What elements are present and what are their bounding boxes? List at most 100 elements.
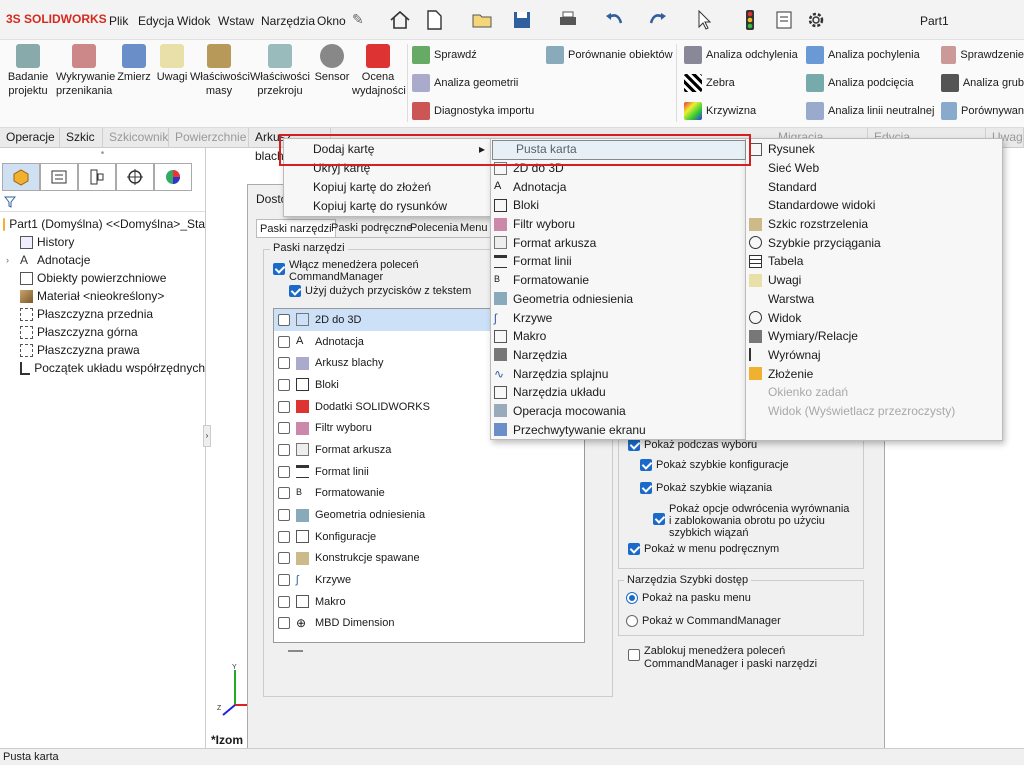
home-icon[interactable] xyxy=(386,6,414,34)
zebra-button[interactable]: Zebra xyxy=(684,73,798,93)
tree-item-right-plane[interactable]: Płaszczyzna prawa xyxy=(0,341,205,359)
list-item[interactable]: Format linii xyxy=(274,461,584,483)
menu-item-selection-filter[interactable]: Filtr wyboru xyxy=(490,215,748,234)
menu-item-macro[interactable]: Makro xyxy=(490,327,748,346)
import-diagnostics-button[interactable]: Diagnostyka importu xyxy=(412,101,534,121)
menu-plik[interactable]: Plik xyxy=(109,14,128,28)
tree-item-front-plane[interactable]: Płaszczyzna przednia xyxy=(0,305,205,323)
tree-item-surface-bodies[interactable]: Obiekty powierzchniowe xyxy=(0,269,205,287)
menu-item-layout-tools[interactable]: Narzędzia układu xyxy=(490,383,748,402)
tab-operacje[interactable]: Operacje xyxy=(0,128,60,148)
menu-item-sheet-format[interactable]: Format arkusza xyxy=(490,233,748,252)
list-item[interactable]: Geometria odniesienia xyxy=(274,504,584,526)
list-scroll-indicator[interactable] xyxy=(288,650,303,652)
menu-item-fastening-features[interactable]: Operacja mocowania xyxy=(490,402,748,421)
interference-button[interactable]: Wykrywanie przenikania xyxy=(56,44,115,98)
menu-item-spline-tools[interactable]: ∿ Narzędzia splajnu xyxy=(490,364,748,383)
tab-commands[interactable]: Polecenia xyxy=(407,219,461,237)
tab-szkic[interactable]: Szkic xyxy=(60,128,103,148)
filter-icon[interactable] xyxy=(0,192,205,212)
qa-cm-radio[interactable]: Pokaż w CommandManager xyxy=(626,615,781,627)
menu-item-standard-views[interactable]: Standardowe widoki xyxy=(745,196,1003,215)
tree-root-part[interactable]: Part1 (Domyślna) <<Domyślna>_Sta xyxy=(0,215,205,233)
menu-item-table[interactable]: Tabela xyxy=(745,252,1003,271)
compare-bodies-button[interactable]: Porównanie obiektów xyxy=(546,45,673,65)
check-thickness-button[interactable]: Sprawdzenie xyxy=(941,45,1024,65)
menu-item-blocks[interactable]: Bloki xyxy=(490,196,748,215)
menu-item-standard[interactable]: Standard xyxy=(745,177,1003,196)
print-icon[interactable] xyxy=(554,6,582,34)
tab-szkicownik[interactable]: Szkicownik xyxy=(103,128,169,148)
display-manager-tab-icon[interactable] xyxy=(154,163,192,191)
menu-item-annotation[interactable]: A Adnotacja xyxy=(490,177,748,196)
menu-item-screen-capture[interactable]: Przechwytywanie ekranu xyxy=(490,420,748,439)
menu-widok[interactable]: Widok xyxy=(177,14,210,28)
draft-analysis-button[interactable]: Analiza pochylenia xyxy=(806,45,934,65)
undo-icon[interactable] xyxy=(600,6,628,34)
solidworks-logo[interactable]: 3S SOLIDWORKS xyxy=(6,12,107,26)
panel-collapse-handle[interactable]: › xyxy=(203,425,211,447)
section-properties-button[interactable]: Właściwości przekroju xyxy=(250,44,310,98)
flip-options-checkbox[interactable]: Pokaż opcje odwrócenia wyrównania i zabl… xyxy=(653,503,853,539)
menu-okno[interactable]: Okno xyxy=(317,14,346,28)
list-item[interactable]: Format arkusza xyxy=(274,439,584,461)
panel-handle[interactable]: • xyxy=(0,148,205,162)
lock-cm-checkbox[interactable]: Zablokuj menedżera poleceń CommandManage… xyxy=(628,645,828,671)
menu-item-assembly[interactable]: Złożenie xyxy=(745,364,1003,383)
redo-icon[interactable] xyxy=(644,6,672,34)
list-item[interactable]: B Formatowanie xyxy=(274,483,584,505)
menu-item-reference-geometry[interactable]: Geometria odniesienia xyxy=(490,290,748,309)
rebuild-traffic-light-icon[interactable] xyxy=(736,6,764,34)
quick-configs-checkbox[interactable]: Pokaż szybkie konfiguracje xyxy=(640,459,789,471)
menu-item-curves[interactable]: ʃ Krzywe xyxy=(490,308,748,327)
options-gear-icon[interactable] xyxy=(802,6,830,34)
menu-item-layer[interactable]: Warstwa xyxy=(745,290,1003,309)
tab-toolbars[interactable]: Paski narzędzi xyxy=(256,219,336,237)
menu-item-markup[interactable]: Uwagi xyxy=(745,271,1003,290)
save-icon[interactable] xyxy=(508,6,536,34)
mass-properties-button[interactable]: Właściwości masy xyxy=(190,44,250,98)
expand-arrow-icon[interactable]: › xyxy=(6,255,16,265)
list-item[interactable]: ⊕ MBD Dimension xyxy=(274,613,584,635)
parting-line-analysis-button[interactable]: Analiza linii neutralnej xyxy=(806,101,934,121)
menu-wstaw[interactable]: Wstaw xyxy=(218,14,254,28)
menu-item-line-format[interactable]: Format linii xyxy=(490,252,748,271)
configuration-manager-tab-icon[interactable] xyxy=(78,163,116,191)
menu-item-formatting[interactable]: B Formatowanie xyxy=(490,271,748,290)
check-button[interactable]: Sprawdź xyxy=(412,45,534,65)
design-study-button[interactable]: Badanie projektu xyxy=(0,44,56,98)
sensor-button[interactable]: Sensor xyxy=(312,44,352,84)
deviation-analysis-button[interactable]: Analiza odchylenia xyxy=(684,45,798,65)
property-manager-tab-icon[interactable] xyxy=(40,163,78,191)
menu-item-dimensions-relations[interactable]: Wymiary/Relacje xyxy=(745,327,1003,346)
new-document-icon[interactable] xyxy=(420,6,448,34)
menu-item-quick-snaps[interactable]: Szybkie przyciągania xyxy=(745,233,1003,252)
menu-narzedzia[interactable]: Narzędzia xyxy=(261,14,315,28)
compare-docs-button[interactable]: Porównywan xyxy=(941,101,1024,121)
open-folder-icon[interactable] xyxy=(468,6,496,34)
menu-item-view[interactable]: Widok xyxy=(745,308,1003,327)
menu-item-align[interactable]: Wyrównaj xyxy=(745,346,1003,365)
qa-ribbon-radio[interactable]: Pokaż na pasku menu xyxy=(626,592,751,604)
menu-item-explode-sketch[interactable]: Szkic rozstrzelenia xyxy=(745,215,1003,234)
dimxpert-tab-icon[interactable] xyxy=(116,163,154,191)
list-item[interactable]: Konstrukcje spawane xyxy=(274,548,584,570)
file-properties-icon[interactable] xyxy=(770,6,798,34)
tab-powierzchnie[interactable]: Powierzchnie xyxy=(169,128,249,148)
markup-button[interactable]: Uwagi xyxy=(154,44,190,84)
tab-menus[interactable]: Menu xyxy=(457,219,491,237)
undercut-analysis-button[interactable]: Analiza podcięcia xyxy=(806,73,934,93)
thickness-analysis-button[interactable]: Analiza grub xyxy=(941,73,1024,93)
tab-shortcut-bars[interactable]: Paski podręczne xyxy=(328,219,415,237)
show-on-select-checkbox[interactable]: Pokaż podczas wyboru xyxy=(628,439,757,451)
list-item[interactable]: ʃ Krzywe xyxy=(274,569,584,591)
menu-item-drawing[interactable]: Rysunek xyxy=(745,140,1003,159)
performance-button[interactable]: Ocena wydajności xyxy=(352,44,406,98)
show-in-menu-checkbox[interactable]: Pokaż w menu podręcznym xyxy=(628,543,779,555)
menu-edycja[interactable]: Edycja xyxy=(138,14,174,28)
tree-item-origin[interactable]: Początek układu współrzędnych xyxy=(0,359,205,377)
tree-item-history[interactable]: History xyxy=(0,233,205,251)
tree-item-material[interactable]: Materiał <nieokreślony> xyxy=(0,287,205,305)
pin-icon[interactable]: ✎ xyxy=(352,11,364,28)
geometry-analysis-button[interactable]: Analiza geometrii xyxy=(412,73,534,93)
